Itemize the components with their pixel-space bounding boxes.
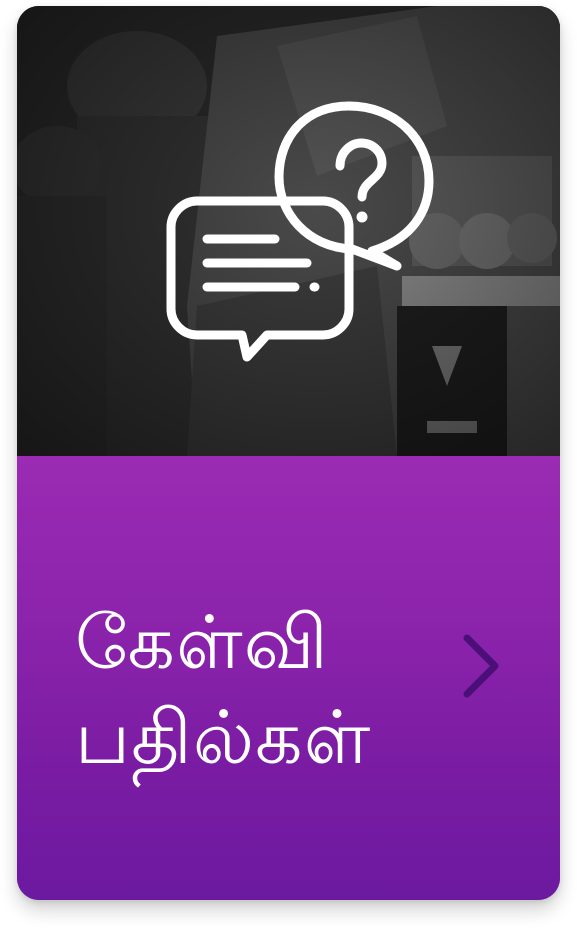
card-title-line-1: கேள்வி — [75, 600, 329, 686]
card-title: கேள்வி பதில்கள் — [75, 596, 455, 786]
chevron-right-icon[interactable] — [461, 632, 503, 700]
card-title-line-2: பதில்கள் — [75, 695, 372, 781]
title-panel: கேள்வி பதில்கள் — [17, 456, 560, 900]
hero-image — [17, 6, 560, 456]
faq-card[interactable]: கேள்வி பதில்கள் — [17, 6, 560, 900]
chat-question-icon — [166, 101, 434, 362]
